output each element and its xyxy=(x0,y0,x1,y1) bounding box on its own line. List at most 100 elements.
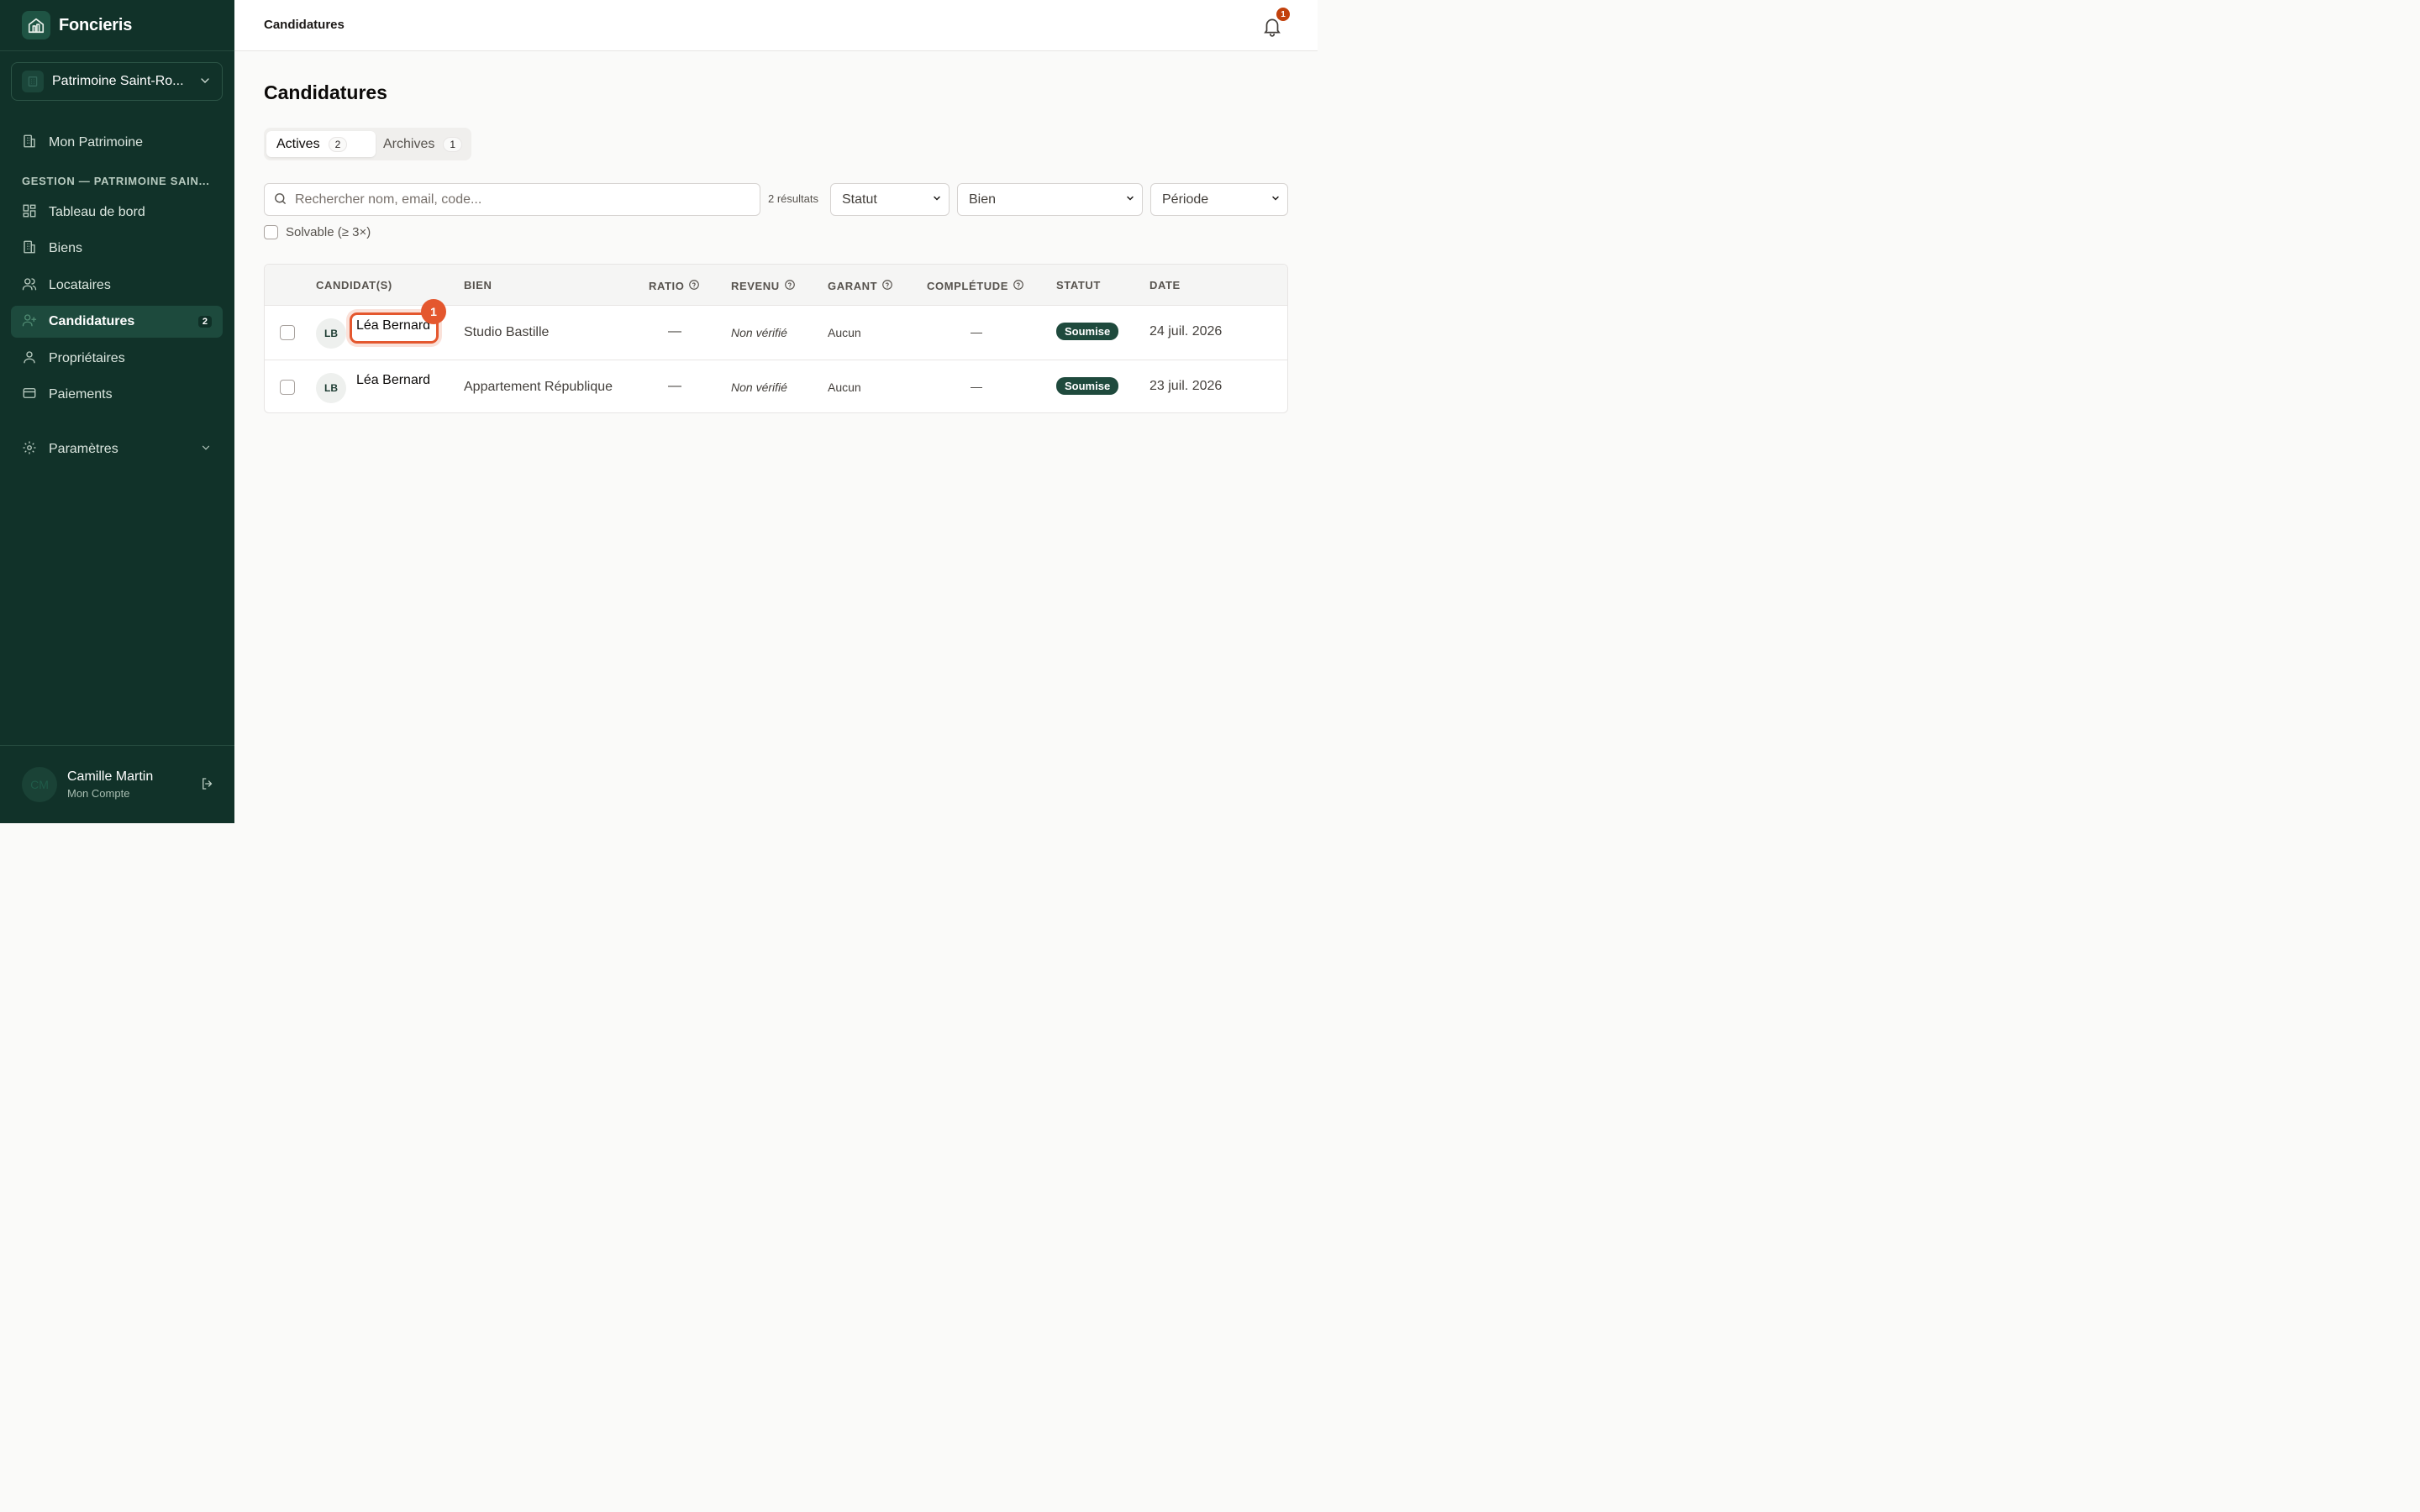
user-account-link[interactable]: Mon Compte xyxy=(67,787,190,800)
property-filter-select[interactable]: Bien xyxy=(957,183,1143,216)
revenue-status: Non vérifié xyxy=(731,381,787,394)
tab-count: 2 xyxy=(328,136,348,152)
user-plus-icon xyxy=(22,312,37,332)
logout-icon[interactable] xyxy=(200,776,215,794)
column-header-statut[interactable]: STATUT xyxy=(1056,279,1101,291)
status-filter-select[interactable]: Statut xyxy=(830,183,950,216)
column-header-candidat[interactable]: CANDIDAT(S) xyxy=(316,279,392,291)
select-value: Période xyxy=(1162,192,1209,207)
tab-archives[interactable]: Archives 1 xyxy=(373,131,471,157)
select-value: Bien xyxy=(969,192,997,207)
application-date: 24 juil. 2026 xyxy=(1150,324,1223,339)
credit-card-icon xyxy=(22,386,37,405)
solvable-filter[interactable]: Solvable (≥ 3×) xyxy=(264,225,371,239)
chevron-down-icon xyxy=(200,442,212,458)
help-icon[interactable] xyxy=(784,279,796,293)
tab-count: 1 xyxy=(443,136,463,152)
user-profile[interactable]: CM Camille Martin Mon Compte xyxy=(22,763,215,806)
user-name: Camille Martin xyxy=(67,769,154,784)
avatar: LB xyxy=(316,318,346,349)
help-icon[interactable] xyxy=(881,279,893,293)
organization-select[interactable]: Patrimoine Saint-Ro... xyxy=(11,62,223,101)
dashboard-icon xyxy=(22,203,37,223)
status-badge: Soumise xyxy=(1056,377,1119,395)
sidebar-item-label: Mon Patrimoine xyxy=(49,135,144,150)
divider xyxy=(0,50,234,51)
select-value: Statut xyxy=(842,192,877,207)
sidebar-item-mon-patrimoine[interactable]: Mon Patrimoine xyxy=(11,127,223,159)
sidebar-item-proprietaires[interactable]: Propriétaires xyxy=(11,343,223,375)
sidebar-item-parametres[interactable]: Paramètres xyxy=(11,433,223,465)
row-checkbox[interactable] xyxy=(280,325,295,340)
brand-name: Foncieris xyxy=(59,15,133,34)
property-name: Studio Bastille xyxy=(464,325,550,339)
solvable-checkbox[interactable] xyxy=(264,225,278,239)
tabs: Actives 2 Archives 1 xyxy=(264,128,471,160)
organization-name: Patrimoine Saint-Ro... xyxy=(52,74,184,88)
tab-actives[interactable]: Actives 2 xyxy=(266,131,376,157)
sidebar-item-locataires[interactable]: Locataires xyxy=(11,270,223,302)
solvable-label: Solvable (≥ 3×) xyxy=(286,225,371,239)
table-row[interactable]: LB Léa Bernard Appartement République — … xyxy=(265,360,1287,413)
annotation-marker: 1 xyxy=(421,299,446,324)
sidebar: Foncieris Patrimoine Saint-Ro... Mon Pat… xyxy=(0,0,234,823)
page-title: Candidatures xyxy=(264,81,387,103)
house-logo-icon xyxy=(22,11,50,39)
sidebar-item-tableau-de-bord[interactable]: Tableau de bord xyxy=(11,197,223,228)
ratio-value: — xyxy=(668,324,681,339)
section-label: GESTION — PATRIMOINE SAIN... xyxy=(22,175,210,187)
column-header-bien[interactable]: BIEN xyxy=(464,279,492,291)
brand[interactable]: Foncieris xyxy=(22,11,132,39)
count-badge: 2 xyxy=(197,316,212,328)
column-header-garant[interactable]: GARANT xyxy=(828,279,893,293)
row-checkbox[interactable] xyxy=(280,380,295,395)
search-box[interactable] xyxy=(264,183,760,216)
tab-label: Archives xyxy=(383,136,435,151)
sidebar-item-label: Tableau de bord xyxy=(49,205,145,219)
completeness-value: — xyxy=(971,325,982,339)
chevron-down-icon xyxy=(1125,192,1135,207)
guarantor-value: Aucun xyxy=(828,326,861,339)
property-name: Appartement République xyxy=(464,380,613,394)
column-header-revenu[interactable]: REVENU xyxy=(731,279,796,293)
sidebar-item-label: Propriétaires xyxy=(49,351,125,365)
search-icon xyxy=(273,192,287,208)
gear-icon xyxy=(22,440,37,459)
ratio-value: — xyxy=(668,379,681,393)
sidebar-item-label: Locataires xyxy=(49,278,111,292)
tab-label: Actives xyxy=(276,136,320,151)
avatar: LB xyxy=(316,373,346,403)
building-icon xyxy=(22,239,37,259)
chevron-down-icon xyxy=(198,74,212,90)
sidebar-item-candidatures[interactable]: Candidatures 2 xyxy=(11,306,223,338)
candidate-name-link[interactable]: Léa Bernard xyxy=(356,373,430,388)
column-header-ratio[interactable]: RATIO xyxy=(649,279,700,293)
sidebar-item-paiements[interactable]: Paiements xyxy=(11,379,223,411)
column-header-completude[interactable]: COMPLÉTUDE xyxy=(927,279,1024,293)
users-icon xyxy=(22,276,37,296)
completeness-value: — xyxy=(971,380,982,393)
sidebar-item-label: Candidatures xyxy=(49,314,135,328)
header-title: Candidatures xyxy=(264,18,345,32)
candidate-name-link[interactable]: Léa Bernard xyxy=(356,318,430,333)
search-input[interactable] xyxy=(295,192,751,207)
applications-table: CANDIDAT(S) BIEN RATIO REVENU GARANT COM… xyxy=(264,264,1288,413)
results-count: 2 résultats xyxy=(768,192,818,205)
help-icon[interactable] xyxy=(1013,279,1024,293)
building-icon xyxy=(22,71,44,92)
top-header: Candidatures 1 xyxy=(234,0,1318,51)
period-filter-select[interactable]: Période xyxy=(1150,183,1288,216)
sidebar-item-biens[interactable]: Biens xyxy=(11,233,223,265)
table-header: CANDIDAT(S) BIEN RATIO REVENU GARANT COM… xyxy=(265,265,1287,306)
user-icon xyxy=(22,349,37,369)
chevron-down-icon xyxy=(932,192,942,207)
revenue-status: Non vérifié xyxy=(731,326,787,339)
column-header-date[interactable]: DATE xyxy=(1150,279,1181,291)
sidebar-item-label: Paiements xyxy=(49,387,113,402)
help-icon[interactable] xyxy=(688,279,700,293)
guarantor-value: Aucun xyxy=(828,381,861,394)
avatar: CM xyxy=(22,767,57,802)
status-badge: Soumise xyxy=(1056,323,1119,340)
sidebar-item-label: Biens xyxy=(49,241,83,255)
table-row[interactable]: LB Léa Bernard 1 Studio Bastille — Non v… xyxy=(265,299,1287,360)
